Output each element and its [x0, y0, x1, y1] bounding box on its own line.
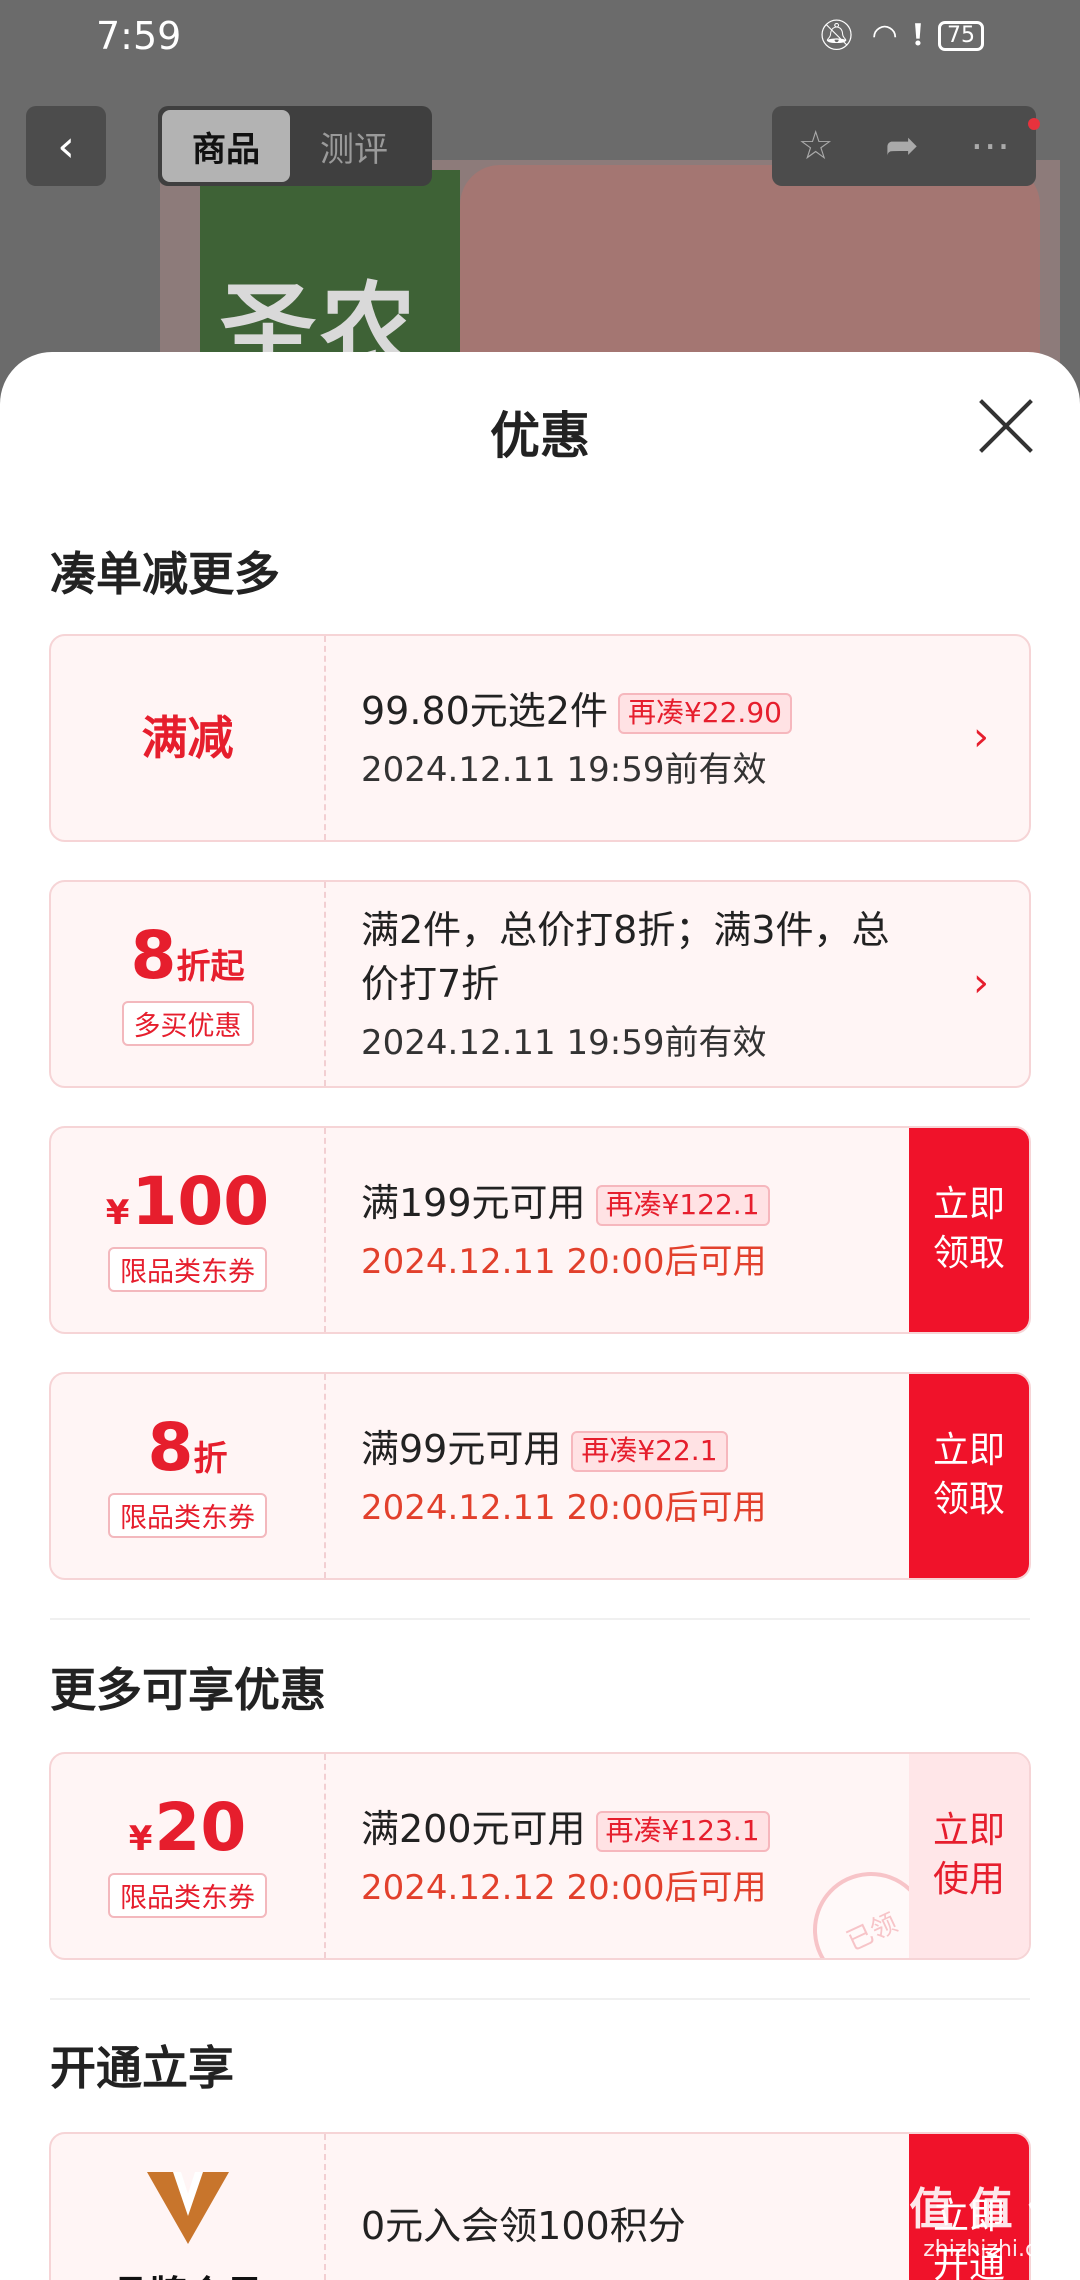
membership-left: 品牌会员 [51, 2134, 326, 2280]
coupon-discount: 8折起 [131, 922, 245, 989]
coupon-amount-value: 100 [131, 1162, 270, 1240]
coupon-currency: ¥ [105, 1192, 130, 1233]
coupon-left: 8折起 多买优惠 [51, 882, 326, 1086]
section-title-bundle: 凑单减更多 [50, 547, 280, 601]
coupon-condition: 满99元可用 再凑¥22.1 [361, 1423, 921, 1476]
sheet-title: 优惠 [490, 407, 590, 465]
section-divider [50, 1618, 1030, 1620]
membership-benefit: 0元入会领100积分 [361, 2204, 686, 2248]
mute-icon: 🔕︎ [817, 18, 856, 53]
coupon-left: 满减 [51, 636, 326, 840]
coupon-info: 满199元可用 再凑¥122.1 2024.12.11 20:00后可用 [361, 1128, 921, 1332]
coupon-currency: ¥ [128, 1818, 153, 1859]
claim-coupon-button[interactable]: 立即 领取 [909, 1374, 1029, 1578]
coupon-left: ¥100 限品类东券 [51, 1128, 326, 1332]
section-title-membership: 开通立享 [50, 2041, 234, 2095]
tab-product[interactable]: 商品 [162, 110, 290, 182]
membership-card: 品牌会员 0元入会领100积分 立即开通 [49, 2132, 1031, 2280]
coupon-amount: ¥100 [105, 1168, 269, 1235]
coupon-multi-buy[interactable]: 8折起 多买优惠 满2件，总价打8折；满3件，总价打7折 2024.12.11 … [49, 880, 1031, 1088]
action-line: 使用 [932, 1859, 1005, 1900]
chevron-left-icon: ‹ [57, 120, 75, 172]
coupon-gap-pill: 再凑¥22.90 [617, 693, 792, 734]
action-line: 立即 [932, 1810, 1005, 1852]
status-icons: 🔕︎ ◠ ❗︎ 75 [818, 18, 984, 53]
coupon-condition-text: 满99元可用 [361, 1426, 562, 1471]
coupon-date: 2024.12.11 19:59前有效 [361, 1022, 767, 1063]
coupon-left: 8折 限品类东券 [51, 1374, 326, 1578]
coupon-tag: 限品类东券 [108, 1872, 267, 1918]
discount-sheet: 优惠 凑单减更多 满减 99.80元选2件 再凑¥22.90 2024.12.11… [0, 352, 1080, 2280]
coupon-discount-suffix: 折 [193, 1438, 228, 1479]
back-button[interactable]: ‹ [26, 106, 106, 186]
coupon-tag: 限品类东券 [108, 1492, 267, 1538]
section-title-more: 更多可享优惠 [50, 1663, 326, 1717]
action-line: 立即 [932, 1184, 1005, 1226]
chevron-right-icon[interactable]: › [973, 960, 989, 1006]
coupon-left: ¥20 限品类东券 [51, 1754, 326, 1958]
status-time: 7:59 [96, 14, 182, 58]
coupon-date: 2024.12.11 19:59前有效 [361, 750, 767, 791]
chevron-right-icon[interactable]: › [973, 714, 989, 760]
coupon-condition-text: 99.80元选2件 [361, 688, 608, 733]
claim-coupon-button[interactable]: 立即 领取 [909, 1128, 1029, 1332]
coupon-gap-pill: 再凑¥123.1 [595, 1811, 770, 1852]
coupon-20-off: ¥20 限品类东券 满200元可用 再凑¥123.1 2024.12.12 20:… [49, 1752, 1031, 1960]
coupon-date: 2024.12.11 20:00后可用 [361, 1242, 767, 1283]
watermark-text: 值 值 值 [909, 2184, 1072, 2235]
close-icon[interactable] [976, 396, 1036, 456]
coupon-amount: ¥20 [128, 1794, 247, 1861]
coupon-gap-pill: 再凑¥122.1 [595, 1185, 770, 1226]
coupon-discount-value: 8 [130, 916, 177, 994]
battery-icon: 75 [938, 20, 984, 51]
status-bar: 7:59 🔕︎ ◠ ❗︎ 75 [0, 0, 1080, 72]
coupon-date: 2024.12.11 20:00后可用 [361, 1488, 767, 1529]
share-icon[interactable]: ➦ [885, 123, 919, 169]
coupon-100-off: ¥100 限品类东券 满199元可用 再凑¥122.1 2024.12.11 20… [49, 1126, 1031, 1334]
product-tabs: 商品 测评 [158, 106, 432, 186]
coupon-info: 满2件，总价打8折；满3件，总价打7折 2024.12.11 19:59前有效 [361, 882, 921, 1086]
coupon-tag: 多买优惠 [121, 1000, 254, 1046]
coupon-condition: 满199元可用 再凑¥122.1 [361, 1177, 921, 1230]
coupon-gap-pill: 再凑¥22.1 [571, 1431, 728, 1472]
product-actions: ☆ ➦ ⋯ [772, 106, 1040, 186]
wifi-icon: ◠ [871, 18, 898, 53]
coupon-info: 99.80元选2件 再凑¥22.90 2024.12.11 19:59前有效 [361, 636, 921, 840]
brand-logo-icon [146, 2172, 229, 2244]
action-line: 立即 [932, 1430, 1005, 1472]
coupon-type-label: 满减 [141, 710, 234, 765]
coupon-amount-value: 20 [154, 1788, 247, 1866]
coupon-condition-text: 满200元可用 [361, 1806, 586, 1851]
coupon-info: 满99元可用 再凑¥22.1 2024.12.11 20:00后可用 [361, 1374, 921, 1578]
notification-dot [1028, 118, 1040, 130]
coupon-20-percent: 8折 限品类东券 满99元可用 再凑¥22.1 2024.12.11 20:00后… [49, 1372, 1031, 1580]
coupon-discount: 8折 [148, 1414, 228, 1481]
coupon-tag: 限品类东券 [108, 1246, 267, 1292]
coupon-discount-value: 8 [147, 1408, 194, 1486]
product-page-background: 圣农 7:59 🔕︎ ◠ ❗︎ 75 ‹ 商品 测评 ☆ ➦ ⋯ [0, 0, 1080, 400]
coupon-condition-text: 满2件，总价打8折；满3件，总价打7折 [361, 908, 890, 1006]
membership-name: 品牌会员 [111, 2264, 263, 2280]
more-icon[interactable]: ⋯ [970, 123, 1010, 169]
coupon-discount-suffix: 折起 [176, 946, 245, 987]
section-divider [50, 1998, 1030, 2000]
action-line: 领取 [932, 1233, 1005, 1274]
tab-review[interactable]: 测评 [290, 110, 418, 182]
coupon-condition-text: 满199元可用 [361, 1180, 586, 1225]
use-coupon-button[interactable]: 立即 使用 [909, 1754, 1029, 1958]
action-line: 领取 [932, 1479, 1005, 1520]
site-watermark: 值 值 值 zhizhizhi.com [909, 2173, 1072, 2262]
coupon-full-reduction[interactable]: 满减 99.80元选2件 再凑¥22.90 2024.12.11 19:59前有效… [49, 634, 1031, 842]
favorite-star-icon[interactable]: ☆ [798, 123, 834, 169]
alert-icon: ❗︎ [913, 18, 922, 53]
coupon-condition: 满200元可用 再凑¥123.1 [361, 1803, 921, 1856]
coupon-condition: 99.80元选2件 再凑¥22.90 [361, 685, 921, 738]
membership-info: 0元入会领100积分 [361, 2134, 921, 2280]
watermark-url: zhizhizhi.com [923, 2237, 1072, 2262]
